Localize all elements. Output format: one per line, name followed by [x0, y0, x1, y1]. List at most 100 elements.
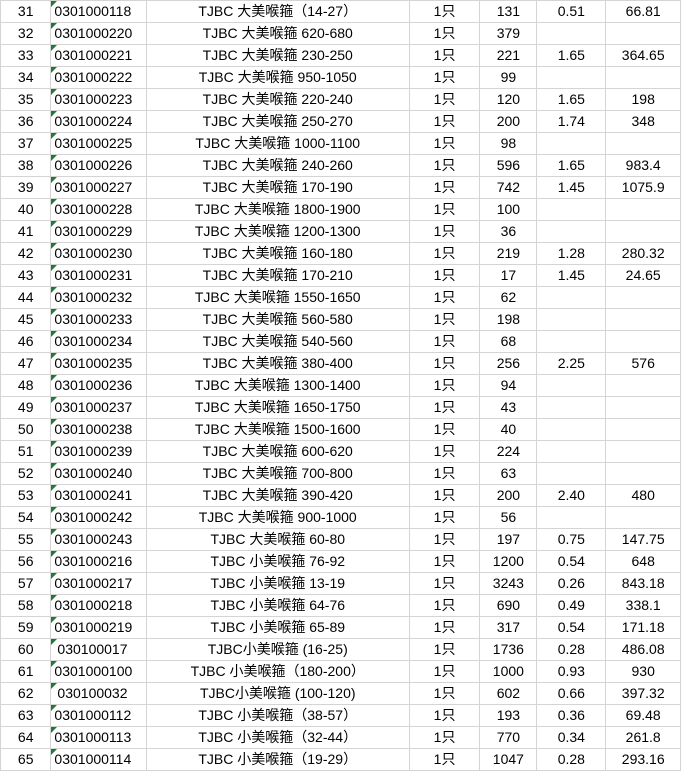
- row-number-cell[interactable]: 42: [0, 242, 52, 265]
- quantity-cell[interactable]: 1200: [479, 550, 538, 573]
- item-name-cell[interactable]: TJBC 大美喉箍 700-800: [145, 462, 410, 485]
- item-code-cell[interactable]: 0301000229: [50, 220, 147, 243]
- unit-cell[interactable]: 1只: [408, 44, 481, 67]
- row-number-cell[interactable]: 31: [0, 0, 52, 23]
- unit-price-cell[interactable]: [536, 506, 607, 529]
- item-code-cell[interactable]: 0301000242: [50, 506, 147, 529]
- quantity-cell[interactable]: 221: [479, 44, 538, 67]
- amount-cell[interactable]: 930: [605, 660, 681, 683]
- row-number-cell[interactable]: 39: [0, 176, 52, 199]
- amount-cell[interactable]: [605, 286, 681, 309]
- item-name-cell[interactable]: TJBC 小美喉箍（180-200）: [145, 660, 410, 683]
- item-name-cell[interactable]: TJBC 小美喉箍（19-29）: [145, 748, 410, 771]
- amount-cell[interactable]: 66.81: [605, 0, 681, 23]
- unit-cell[interactable]: 1只: [408, 550, 481, 573]
- quantity-cell[interactable]: 3243: [479, 572, 538, 595]
- amount-cell[interactable]: [605, 220, 681, 243]
- unit-price-cell[interactable]: 0.54: [536, 550, 607, 573]
- item-code-cell[interactable]: 0301000112: [50, 704, 147, 727]
- unit-price-cell[interactable]: 0.75: [536, 528, 607, 551]
- quantity-cell[interactable]: 317: [479, 616, 538, 639]
- item-code-cell[interactable]: 0301000233: [50, 308, 147, 331]
- row-number-cell[interactable]: 57: [0, 572, 52, 595]
- item-name-cell[interactable]: TJBC 大美喉箍 160-180: [145, 242, 410, 265]
- quantity-cell[interactable]: 36: [479, 220, 538, 243]
- row-number-cell[interactable]: 52: [0, 462, 52, 485]
- amount-cell[interactable]: 147.75: [605, 528, 681, 551]
- item-name-cell[interactable]: TJBC 小美喉箍 76-92: [145, 550, 410, 573]
- quantity-cell[interactable]: 62: [479, 286, 538, 309]
- unit-price-cell[interactable]: [536, 220, 607, 243]
- row-number-cell[interactable]: 32: [0, 22, 52, 45]
- quantity-cell[interactable]: 94: [479, 374, 538, 397]
- amount-cell[interactable]: 280.32: [605, 242, 681, 265]
- unit-cell[interactable]: 1只: [408, 528, 481, 551]
- amount-cell[interactable]: [605, 396, 681, 419]
- item-code-cell[interactable]: 0301000114: [50, 748, 147, 771]
- unit-cell[interactable]: 1只: [408, 242, 481, 265]
- quantity-cell[interactable]: 690: [479, 594, 538, 617]
- item-code-cell[interactable]: 0301000241: [50, 484, 147, 507]
- item-name-cell[interactable]: TJBC 大美喉箍 1800-1900: [145, 198, 410, 221]
- amount-cell[interactable]: [605, 308, 681, 331]
- unit-price-cell[interactable]: 1.45: [536, 176, 607, 199]
- quantity-cell[interactable]: 219: [479, 242, 538, 265]
- row-number-cell[interactable]: 43: [0, 264, 52, 287]
- item-name-cell[interactable]: TJBC 大美喉箍 540-560: [145, 330, 410, 353]
- amount-cell[interactable]: 1075.9: [605, 176, 681, 199]
- unit-cell[interactable]: 1只: [408, 220, 481, 243]
- unit-cell[interactable]: 1只: [408, 704, 481, 727]
- row-number-cell[interactable]: 35: [0, 88, 52, 111]
- unit-cell[interactable]: 1只: [408, 660, 481, 683]
- unit-price-cell[interactable]: 0.28: [536, 638, 607, 661]
- quantity-cell[interactable]: 742: [479, 176, 538, 199]
- item-code-cell[interactable]: 0301000225: [50, 132, 147, 155]
- item-code-cell[interactable]: 0301000224: [50, 110, 147, 133]
- unit-price-cell[interactable]: 1.45: [536, 264, 607, 287]
- item-name-cell[interactable]: TJBC 大美喉箍 240-260: [145, 154, 410, 177]
- item-name-cell[interactable]: TJBC 大美喉箍 600-620: [145, 440, 410, 463]
- unit-price-cell[interactable]: 0.28: [536, 748, 607, 771]
- item-code-cell[interactable]: 030100017: [50, 638, 147, 661]
- item-name-cell[interactable]: TJBC 大美喉箍 1650-1750: [145, 396, 410, 419]
- amount-cell[interactable]: 364.65: [605, 44, 681, 67]
- amount-cell[interactable]: 261.8: [605, 726, 681, 749]
- row-number-cell[interactable]: 60: [0, 638, 52, 661]
- row-number-cell[interactable]: 64: [0, 726, 52, 749]
- row-number-cell[interactable]: 46: [0, 330, 52, 353]
- unit-cell[interactable]: 1只: [408, 264, 481, 287]
- item-code-cell[interactable]: 0301000239: [50, 440, 147, 463]
- unit-price-cell[interactable]: 2.40: [536, 484, 607, 507]
- quantity-cell[interactable]: 100: [479, 198, 538, 221]
- item-code-cell[interactable]: 0301000222: [50, 66, 147, 89]
- item-code-cell[interactable]: 0301000113: [50, 726, 147, 749]
- unit-price-cell[interactable]: 1.28: [536, 242, 607, 265]
- unit-cell[interactable]: 1只: [408, 110, 481, 133]
- unit-cell[interactable]: 1只: [408, 22, 481, 45]
- amount-cell[interactable]: 397.32: [605, 682, 681, 705]
- unit-cell[interactable]: 1只: [408, 572, 481, 595]
- unit-price-cell[interactable]: 2.25: [536, 352, 607, 375]
- unit-price-cell[interactable]: [536, 22, 607, 45]
- row-number-cell[interactable]: 49: [0, 396, 52, 419]
- item-code-cell[interactable]: 0301000238: [50, 418, 147, 441]
- row-number-cell[interactable]: 55: [0, 528, 52, 551]
- unit-cell[interactable]: 1只: [408, 132, 481, 155]
- item-code-cell[interactable]: 0301000100: [50, 660, 147, 683]
- unit-price-cell[interactable]: [536, 418, 607, 441]
- unit-cell[interactable]: 1只: [408, 154, 481, 177]
- item-name-cell[interactable]: TJBC 大美喉箍 1500-1600: [145, 418, 410, 441]
- amount-cell[interactable]: [605, 374, 681, 397]
- amount-cell[interactable]: 480: [605, 484, 681, 507]
- item-name-cell[interactable]: TJBC小美喉箍 (16-25): [145, 638, 410, 661]
- unit-cell[interactable]: 1只: [408, 440, 481, 463]
- unit-price-cell[interactable]: [536, 198, 607, 221]
- unit-price-cell[interactable]: 1.65: [536, 44, 607, 67]
- item-code-cell[interactable]: 0301000243: [50, 528, 147, 551]
- row-number-cell[interactable]: 40: [0, 198, 52, 221]
- unit-price-cell[interactable]: 1.65: [536, 154, 607, 177]
- unit-cell[interactable]: 1只: [408, 748, 481, 771]
- amount-cell[interactable]: 576: [605, 352, 681, 375]
- item-name-cell[interactable]: TJBC 大美喉箍 1200-1300: [145, 220, 410, 243]
- item-name-cell[interactable]: TJBC 大美喉箍 560-580: [145, 308, 410, 331]
